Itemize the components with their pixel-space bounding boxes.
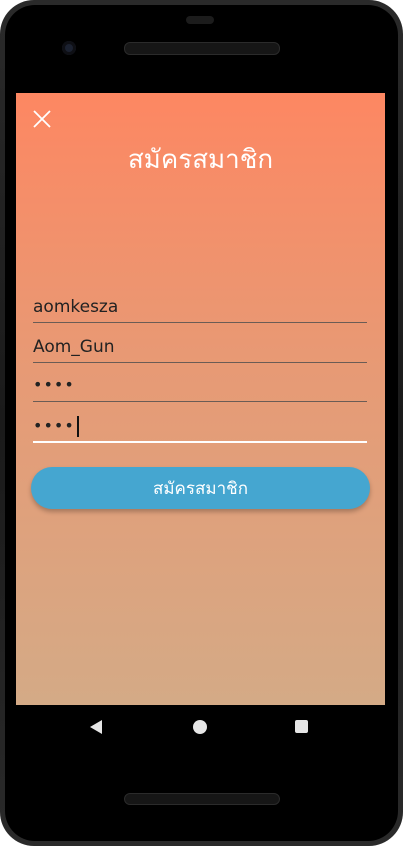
close-icon[interactable]	[32, 109, 52, 129]
signup-button[interactable]: สมัครสมาชิก	[31, 467, 370, 509]
page-title: สมัครสมาชิก	[127, 145, 274, 175]
bottom-speaker	[124, 793, 280, 805]
name-field[interactable]	[33, 333, 367, 363]
username-input[interactable]	[33, 293, 367, 321]
password-underline	[33, 401, 367, 402]
name-input[interactable]	[33, 333, 367, 361]
password-field[interactable]: ••••	[33, 372, 367, 402]
phone-frame: สมัครสมาชิก •••• •••• สมัครสมาชิก	[0, 0, 403, 846]
username-underline	[33, 322, 367, 323]
back-triangle-icon[interactable]	[89, 719, 103, 739]
front-camera	[62, 41, 76, 55]
text-caret	[76, 416, 79, 437]
recents-square-icon[interactable]	[295, 720, 308, 733]
signup-screen: สมัครสมาชิก •••• •••• สมัครสมาชิก	[16, 93, 385, 705]
confirm-password-underline	[33, 441, 367, 443]
top-sensor	[186, 16, 214, 24]
confirm-password-mask: ••••	[33, 416, 79, 437]
home-circle-icon[interactable]	[193, 720, 207, 734]
password-mask: ••••	[33, 375, 75, 394]
username-field[interactable]	[33, 293, 367, 323]
confirm-password-field[interactable]: ••••	[33, 413, 367, 443]
android-nav-bar	[16, 705, 385, 750]
top-speaker	[124, 42, 280, 55]
name-underline	[33, 362, 367, 363]
